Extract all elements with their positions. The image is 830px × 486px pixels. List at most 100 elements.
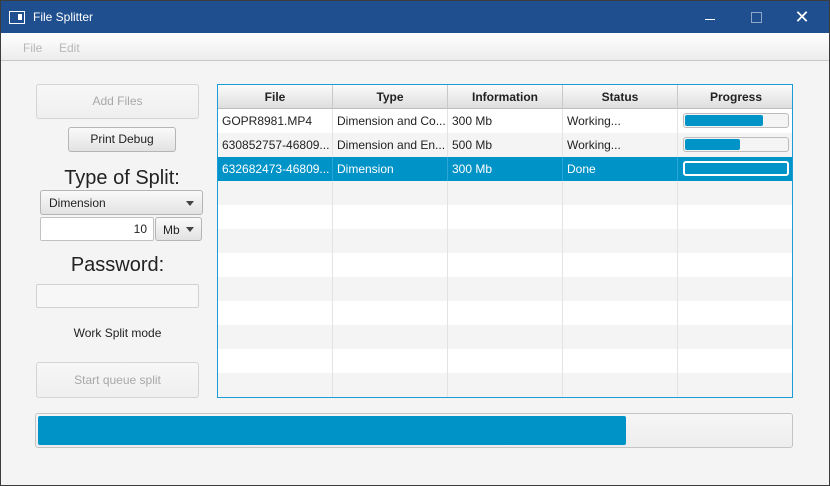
cell-status: Done (563, 157, 678, 181)
empty-cell (563, 301, 678, 325)
cell-type: Dimension and Co... (333, 109, 448, 133)
close-button[interactable]: ✕ (779, 1, 825, 33)
cell-file: 630852757-46809... (218, 133, 333, 157)
cell-file: GOPR8981.MP4 (218, 109, 333, 133)
print-debug-button[interactable]: Print Debug (68, 127, 176, 152)
empty-cell (218, 229, 333, 253)
type-of-split-label: Type of Split: (64, 167, 180, 189)
empty-cell (218, 181, 333, 205)
column-header-progress[interactable]: Progress (678, 85, 792, 109)
cell-info: 500 Mb (448, 133, 563, 157)
table-row[interactable]: 630852757-46809... Dimension and En... 500… (218, 133, 792, 157)
maximize-button[interactable] (733, 1, 779, 33)
empty-cell (563, 205, 678, 229)
column-header-file[interactable]: File (218, 85, 333, 109)
empty-cell (678, 277, 792, 301)
empty-cell (678, 325, 792, 349)
empty-cell (563, 373, 678, 397)
empty-cell (678, 205, 792, 229)
add-files-button[interactable]: Add Files (36, 84, 199, 119)
column-header-type[interactable]: Type (333, 85, 448, 109)
overall-progress-fill (38, 416, 626, 445)
password-label: Password: (70, 254, 165, 276)
empty-cell (448, 301, 563, 325)
empty-table-row (218, 181, 792, 205)
empty-cell (563, 325, 678, 349)
empty-table-row (218, 253, 792, 277)
empty-cell (678, 253, 792, 277)
file-queue-table[interactable]: File Type Information Status Progress GO… (217, 84, 793, 398)
overall-progress-bar (35, 413, 793, 448)
table-row[interactable]: GOPR8981.MP4 Dimension and Co... 300 Mb Wor… (218, 109, 792, 133)
work-mode-label: Work Split mode (73, 326, 162, 340)
app-icon (9, 11, 25, 24)
chevron-down-icon (186, 227, 194, 232)
empty-cell (333, 253, 448, 277)
column-header-information[interactable]: Information (448, 85, 563, 109)
empty-table-row (218, 205, 792, 229)
empty-cell (333, 301, 448, 325)
row-progress-fill (685, 115, 763, 126)
empty-cell (218, 325, 333, 349)
cell-info: 300 Mb (448, 157, 563, 181)
empty-cell (563, 229, 678, 253)
empty-cell (678, 349, 792, 373)
size-unit-value: Mb (163, 223, 180, 237)
empty-cell (448, 349, 563, 373)
empty-table-row (218, 349, 792, 373)
row-progress-bar (683, 113, 789, 128)
split-type-value: Dimension (49, 196, 106, 210)
empty-cell (678, 301, 792, 325)
cell-progress (678, 133, 792, 157)
empty-cell (218, 349, 333, 373)
empty-cell (448, 277, 563, 301)
empty-cell (333, 325, 448, 349)
empty-cell (218, 253, 333, 277)
cell-file: 632682473-46809... (218, 157, 333, 181)
cell-progress (678, 157, 792, 181)
row-progress-bar (683, 161, 789, 176)
empty-cell (218, 373, 333, 397)
empty-cell (448, 373, 563, 397)
table-header: File Type Information Status Progress (218, 85, 792, 109)
menu-edit[interactable]: Edit (59, 41, 80, 55)
empty-table-row (218, 277, 792, 301)
size-unit-dropdown[interactable]: Mb (155, 217, 202, 241)
empty-table-row (218, 325, 792, 349)
empty-cell (678, 373, 792, 397)
cell-status: Working... (563, 109, 678, 133)
column-header-status[interactable]: Status (563, 85, 678, 109)
menu-file[interactable]: File (23, 41, 42, 55)
row-progress-bar (683, 137, 789, 152)
empty-cell (218, 277, 333, 301)
title-bar[interactable]: File Splitter ✕ (1, 1, 829, 33)
empty-cell (448, 181, 563, 205)
empty-cell (448, 253, 563, 277)
split-type-dropdown[interactable]: Dimension (40, 190, 203, 215)
cell-progress (678, 109, 792, 133)
cell-type: Dimension (333, 157, 448, 181)
start-queue-split-button[interactable]: Start queue split (36, 362, 199, 398)
empty-cell (448, 205, 563, 229)
empty-cell (563, 277, 678, 301)
window-title: File Splitter (33, 10, 94, 24)
empty-table-row (218, 229, 792, 253)
empty-cell (563, 253, 678, 277)
empty-table-row (218, 301, 792, 325)
empty-cell (448, 325, 563, 349)
empty-table-row (218, 373, 792, 397)
empty-cell (333, 229, 448, 253)
empty-cell (678, 181, 792, 205)
empty-cell (448, 229, 563, 253)
app-window: File Splitter ✕ File Edit Add Files Prin… (0, 0, 830, 486)
empty-cell (333, 349, 448, 373)
chevron-down-icon (186, 201, 194, 206)
split-size-input[interactable]: 10 (40, 217, 154, 241)
empty-cell (218, 205, 333, 229)
minimize-button[interactable] (687, 1, 733, 33)
row-progress-fill (685, 139, 740, 150)
empty-cell (563, 349, 678, 373)
password-input[interactable] (36, 284, 199, 308)
table-row[interactable]: 632682473-46809... Dimension 300 Mb Done (218, 157, 792, 181)
empty-cell (563, 181, 678, 205)
